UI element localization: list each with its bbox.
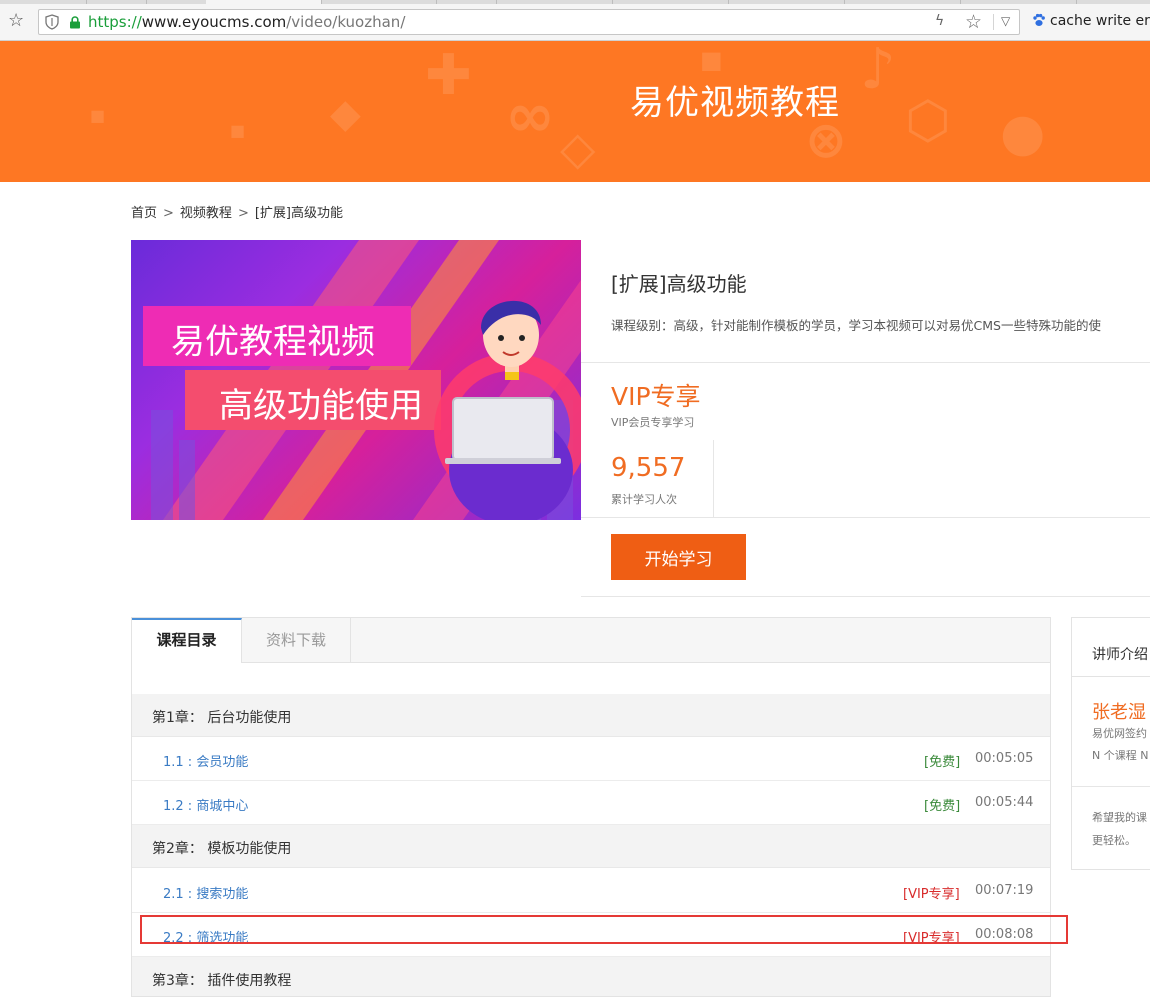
bookmark-star-icon[interactable]: ☆: [8, 11, 24, 31]
decor-symbol: ■: [90, 106, 106, 125]
decor-symbol: ✚: [425, 43, 472, 108]
chapter-title: 第2章： 模板功能使用: [152, 841, 292, 857]
lesson-free-tag: [免费]: [924, 755, 961, 770]
divider: [581, 596, 1150, 597]
decor-symbol: ■: [700, 46, 723, 74]
teacher-stats: N 个课程 N: [1092, 749, 1149, 762]
lesson-title-link[interactable]: 1.1 : 会员功能: [163, 751, 248, 770]
highlight-annotation-box: [140, 915, 1068, 944]
learner-count-label: 累计学习人次: [611, 493, 677, 506]
cover-title-line1: 易优教程视频: [171, 322, 375, 362]
learner-count: 9,557: [611, 453, 686, 483]
teacher-affiliation: 易优网签约: [1092, 727, 1147, 740]
extension-label: cache write err: [1050, 13, 1150, 29]
cover-person-illustration: [434, 300, 581, 520]
divider: [713, 440, 714, 518]
decor-symbol: ●: [1000, 103, 1046, 163]
chapter-header: 第2章： 模板功能使用: [132, 825, 1050, 868]
course-price: VIP专享: [611, 382, 701, 411]
course-title: [扩展]高级功能: [611, 272, 747, 296]
url-scheme: https://: [88, 13, 142, 31]
banner-title: 易优视频教程: [630, 83, 840, 123]
course-cover-image[interactable]: 易优教程视频 高级功能使用: [131, 240, 581, 520]
cover-building: [151, 410, 173, 520]
breadcrumb-separator: >: [237, 206, 249, 221]
teacher-panel-heading: 讲师介绍: [1092, 647, 1148, 663]
decor-symbol: ◆: [330, 91, 361, 137]
lesson-row[interactable]: 1.2 : 商城中心 [免费] 00:05:44: [132, 781, 1050, 825]
lesson-title-link[interactable]: 2.1 : 搜索功能: [163, 883, 248, 902]
divider: [1072, 786, 1150, 787]
divider: [581, 362, 1150, 363]
address-bar[interactable]: https://www.eyoucms.com/video/kuozhan/ ϟ…: [38, 9, 1020, 35]
lesson-vip-tag: [VIP专享]: [903, 887, 960, 902]
breadcrumb: 首页 > 视频教程 > [扩展]高级功能: [131, 202, 343, 221]
lightning-icon[interactable]: ϟ: [935, 13, 944, 29]
cover-title-line2: 高级功能使用: [219, 386, 423, 426]
chapter-title: 第1章： 后台功能使用: [152, 710, 292, 726]
favorite-star-icon[interactable]: ☆: [965, 11, 982, 33]
url-text[interactable]: https://www.eyoucms.com/video/kuozhan/: [88, 13, 405, 31]
lesson-duration: 00:05:44: [975, 795, 1034, 810]
teacher-name[interactable]: 张老湿: [1092, 698, 1146, 724]
lock-icon: [70, 16, 80, 29]
decor-symbol: ■: [230, 121, 246, 140]
tab-course-catalog[interactable]: 课程目录: [132, 618, 242, 663]
teacher-bio: 更轻松。: [1092, 834, 1136, 847]
page-banner: ∞ ✚ ◇ ◆ ♪ ⬡ ⊗ ● ■ ■ ■ 易优视频教程: [0, 41, 1150, 182]
course-price-note: VIP会员专享学习: [611, 416, 695, 429]
decor-symbol: ⬡: [905, 91, 951, 151]
lesson-duration: 00:07:19: [975, 883, 1034, 898]
breadcrumb-home[interactable]: 首页: [131, 206, 157, 221]
decor-symbol: ∞: [505, 81, 555, 151]
url-path: /video/kuozhan/: [286, 13, 406, 31]
chevron-down-icon[interactable]: ▽: [1001, 14, 1010, 28]
tab-downloads[interactable]: 资料下载: [242, 618, 351, 663]
lesson-row[interactable]: 2.1 : 搜索功能 [VIP专享] 00:07:19: [132, 869, 1050, 913]
search-extension[interactable]: cache write err: [1032, 13, 1150, 29]
divider: [581, 517, 1150, 518]
breadcrumb-current[interactable]: [扩展]高级功能: [255, 206, 343, 221]
chapter-header: 第3章： 插件使用教程: [132, 957, 1050, 996]
start-learning-button[interactable]: 开始学习: [611, 534, 746, 580]
teacher-panel: 讲师介绍 张老湿 易优网签约 N 个课程 N 希望我的课 更轻松。: [1071, 617, 1150, 870]
shield-icon: [45, 14, 59, 30]
toolbar-divider: [993, 14, 994, 30]
chapter-title: 第3章： 插件使用教程: [152, 973, 292, 989]
lesson-row[interactable]: 1.1 : 会员功能 [免费] 00:05:05: [132, 737, 1050, 781]
decor-symbol: ◇: [560, 121, 596, 175]
breadcrumb-separator: >: [163, 206, 174, 221]
breadcrumb-video-tutorials[interactable]: 视频教程: [180, 206, 232, 221]
course-description: 课程级别：高级，针对能制作模板的学员，学习本视频可以对易优CMS一些特殊功能的使: [611, 318, 1101, 333]
browser-toolbar: ☆ https://www.eyoucms.com/video/kuozhan/…: [0, 4, 1150, 41]
paw-icon: [1033, 13, 1045, 26]
lesson-free-tag: [免费]: [924, 799, 961, 814]
chapter-header: 第1章： 后台功能使用: [132, 694, 1050, 737]
lesson-title-link[interactable]: 1.2 : 商城中心: [163, 795, 248, 814]
decor-symbol: ♪: [860, 41, 896, 102]
url-host: www.eyoucms.com: [141, 13, 287, 31]
lesson-duration: 00:05:05: [975, 751, 1034, 766]
teacher-bio: 希望我的课: [1092, 811, 1147, 824]
teacher-panel-header: 讲师介绍: [1072, 618, 1150, 677]
cover-building: [179, 440, 195, 520]
